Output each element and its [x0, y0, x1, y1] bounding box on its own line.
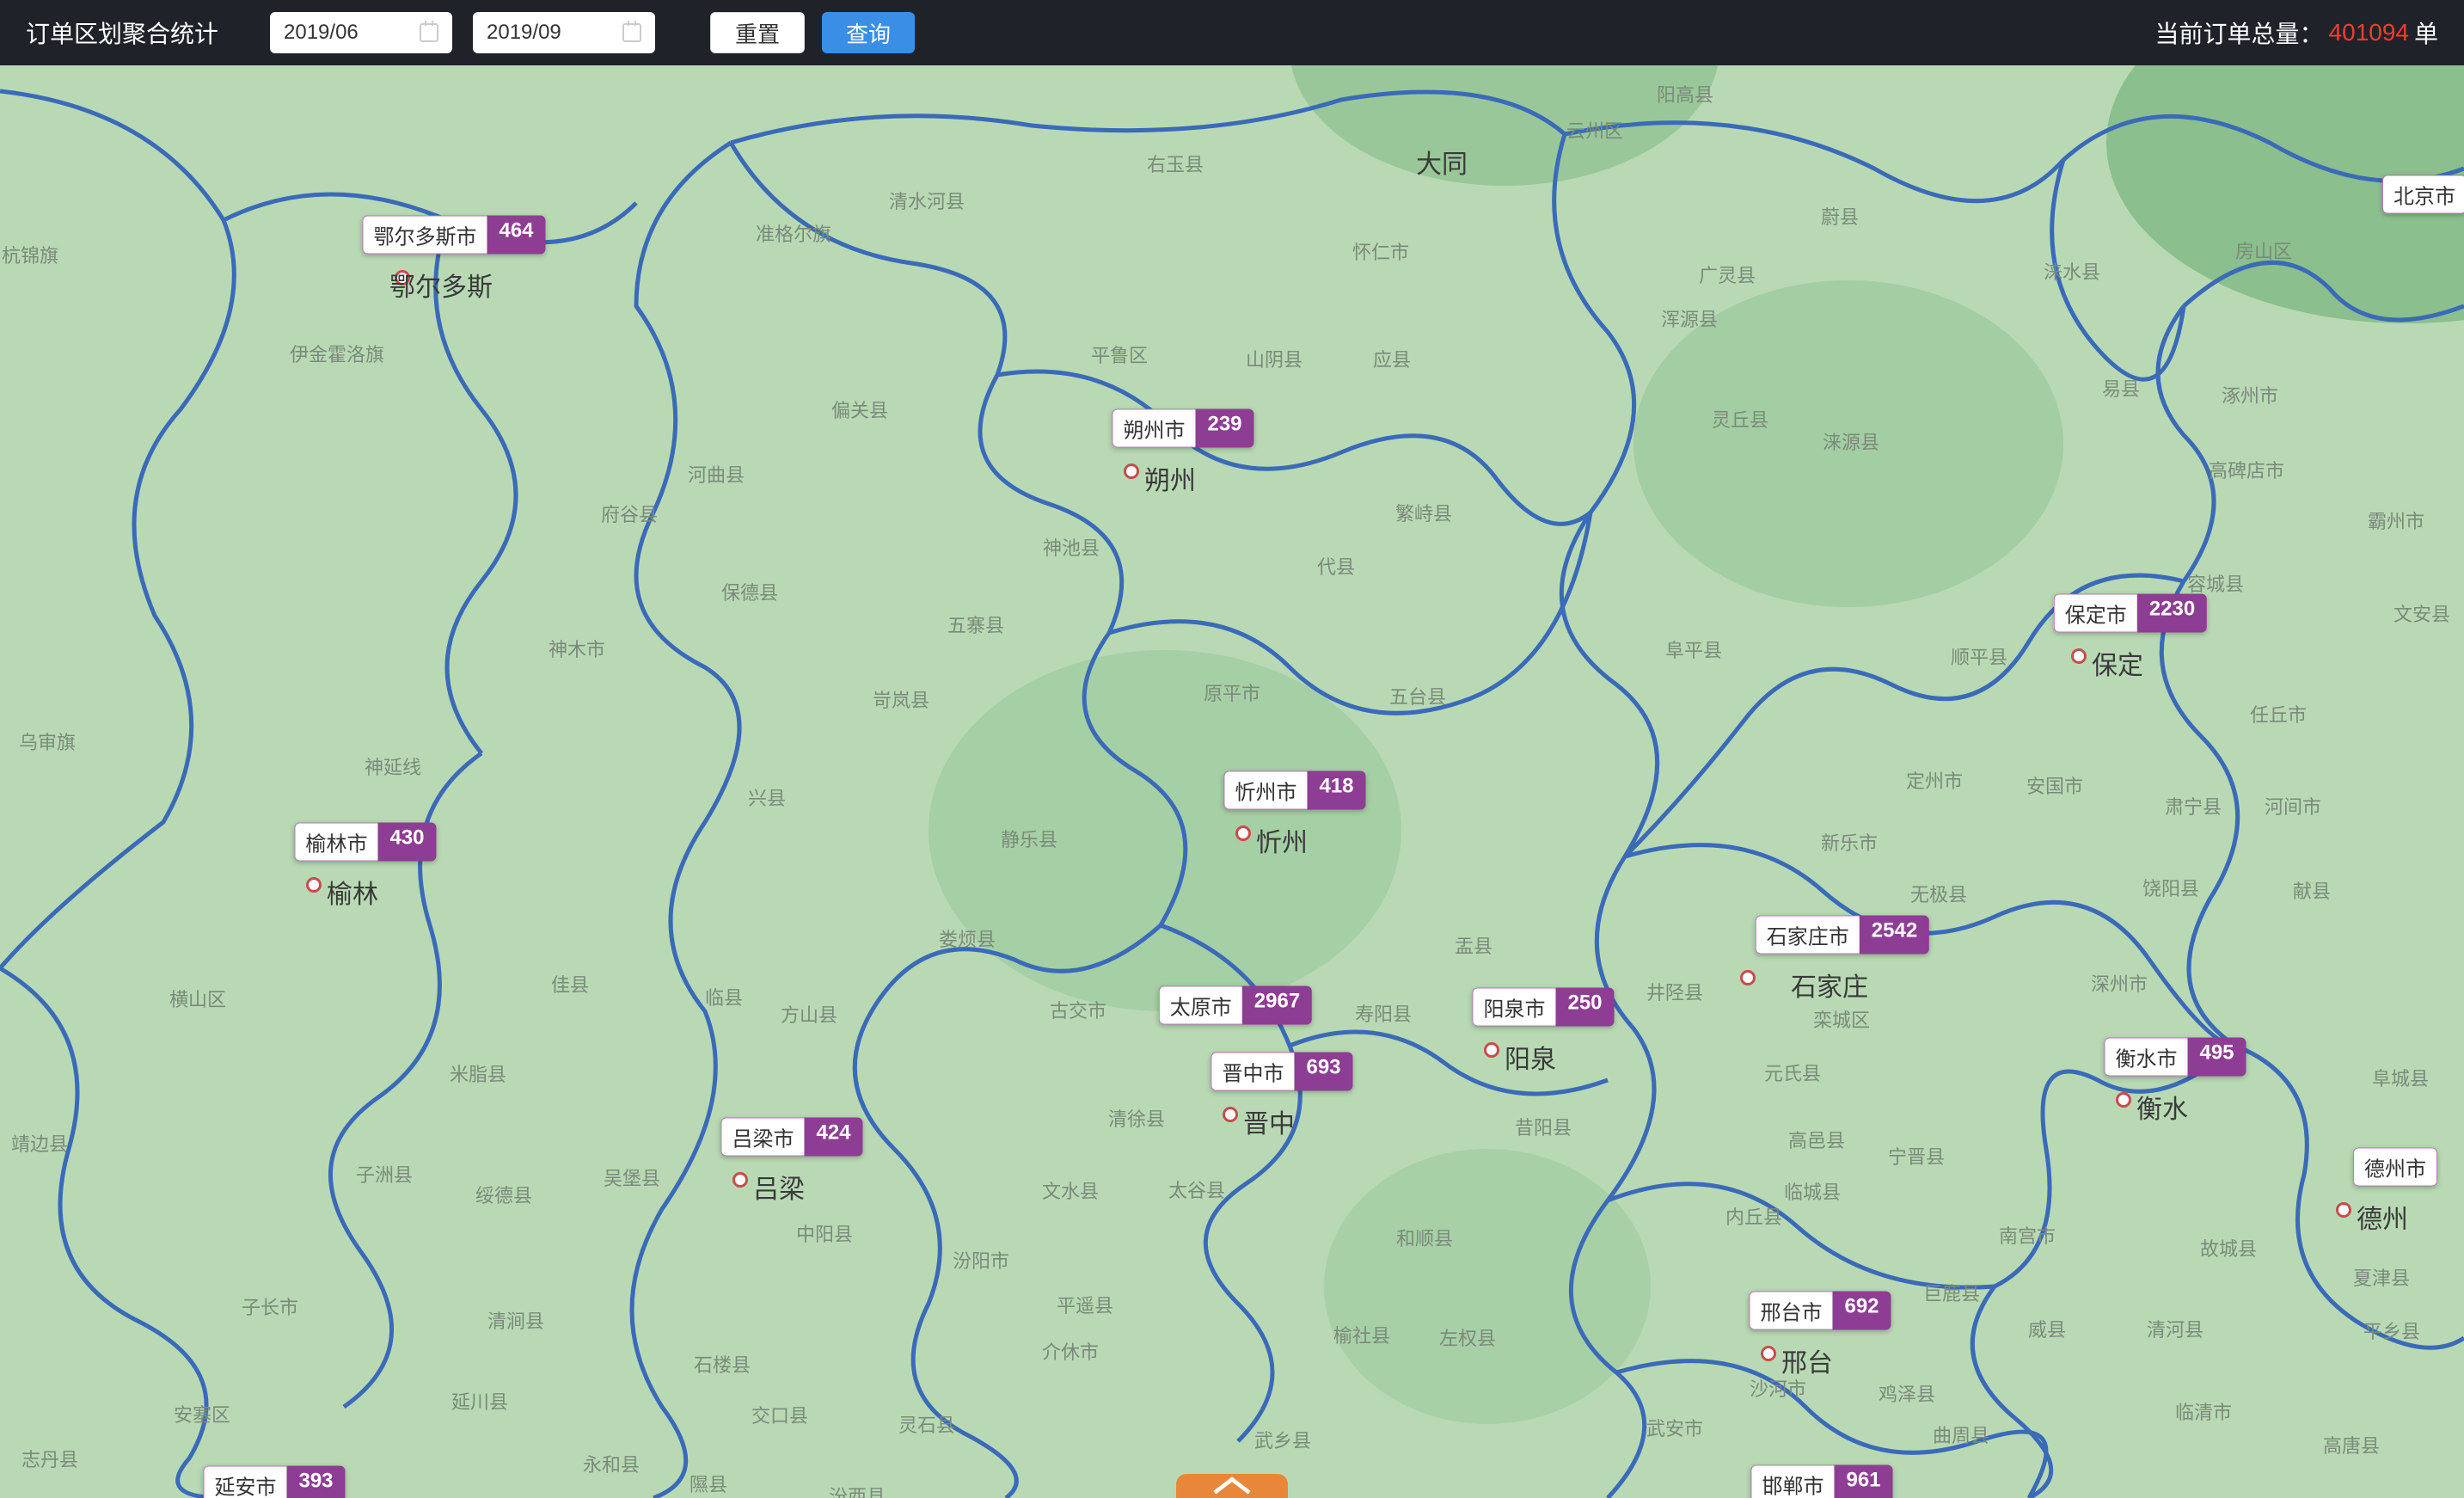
marker-name: 忻州市: [1223, 771, 1307, 810]
marker-count-badge: 393: [286, 1466, 345, 1498]
marker-name: 石家庄市: [1756, 916, 1860, 955]
map-canvas[interactable]: 杭锦旗准格尔旗清水河县右玉县大同云州区阳高县蔚县浑源县灵丘县涞源县涞水县易县涿州…: [0, 65, 2464, 1498]
toolbar: 订单区划聚合统计 重置 查询 当前订单总量： 401094 单: [0, 0, 2464, 65]
city-dot-icon: [1124, 464, 1139, 479]
marker-count-badge: 693: [1294, 1053, 1352, 1091]
date-from-field[interactable]: [284, 21, 413, 45]
city-marker[interactable]: 晋中市693: [1211, 1053, 1352, 1091]
city-marker[interactable]: 北京市: [2382, 175, 2464, 214]
city-marker[interactable]: 榆林市430: [294, 823, 436, 862]
query-button[interactable]: 查询: [822, 12, 915, 53]
reset-button[interactable]: 重置: [710, 12, 805, 53]
total-prefix: 当前订单总量：: [2155, 15, 2324, 50]
total-display: 当前订单总量： 401094 单: [2155, 15, 2438, 50]
marker-name: 延安市: [203, 1466, 286, 1498]
marker-count-badge: 430: [377, 823, 436, 862]
city-marker[interactable]: 德州市: [2353, 1148, 2437, 1187]
date-to-input[interactable]: [473, 12, 655, 53]
marker-count-badge: 495: [2187, 1038, 2246, 1077]
marker-name: 朔州市: [1112, 409, 1195, 448]
total-count: 401094: [2329, 19, 2409, 46]
marker-count-badge: 961: [1834, 1465, 1892, 1498]
page-title: 订单区划聚合统计: [26, 15, 218, 50]
marker-name: 保定市: [2054, 594, 2137, 633]
expand-handle[interactable]: [1176, 1474, 1288, 1498]
city-marker[interactable]: 衡水市495: [2104, 1038, 2246, 1077]
marker-name: 阳泉市: [1472, 988, 1555, 1027]
city-marker[interactable]: 阳泉市250: [1472, 988, 1614, 1027]
city-marker[interactable]: 鄂尔多斯市464: [362, 216, 545, 255]
marker-name: 晋中市: [1211, 1053, 1294, 1091]
city-marker[interactable]: 忻州市418: [1223, 771, 1365, 810]
city-dot-icon: [1223, 1107, 1238, 1122]
marker-count-badge: 239: [1195, 409, 1253, 448]
marker-name: 榆林市: [294, 823, 377, 862]
calendar-icon: [622, 23, 641, 42]
calendar-icon: [420, 23, 438, 42]
city-marker[interactable]: 邢台市692: [1749, 1292, 1891, 1330]
marker-count-badge: 2230: [2137, 594, 2207, 633]
marker-name: 鄂尔多斯市: [362, 216, 487, 255]
city-marker[interactable]: 保定市2230: [2054, 594, 2207, 633]
marker-count-badge: 2542: [1860, 916, 1929, 955]
city-dot-icon: [732, 1172, 748, 1188]
city-marker[interactable]: 延安市393: [203, 1466, 345, 1498]
city-dot-icon: [1235, 826, 1251, 841]
marker-count-badge: 2967: [1242, 986, 1312, 1025]
date-from-input[interactable]: [270, 12, 452, 53]
city-dot-icon: [2336, 1202, 2351, 1218]
marker-name: 邢台市: [1749, 1292, 1832, 1330]
city-marker[interactable]: 太原市2967: [1159, 986, 1312, 1025]
city-dot-icon: [2071, 648, 2087, 664]
city-marker[interactable]: 吕梁市424: [720, 1118, 862, 1157]
city-dot-icon: [395, 270, 410, 285]
marker-count-badge: 692: [1832, 1292, 1891, 1330]
city-marker[interactable]: 朔州市239: [1112, 409, 1253, 448]
marker-name: 北京市: [2382, 175, 2464, 214]
chevron-up-icon: [1176, 1474, 1288, 1498]
city-marker[interactable]: 邯郸市961: [1750, 1465, 1892, 1498]
marker-count-badge: 424: [804, 1118, 862, 1157]
marker-name: 德州市: [2353, 1148, 2437, 1187]
city-dot-icon: [1484, 1042, 1499, 1058]
marker-name: 太原市: [1159, 986, 1242, 1025]
marker-count-badge: 250: [1555, 988, 1614, 1027]
marker-name: 邯郸市: [1750, 1465, 1834, 1498]
total-suffix: 单: [2414, 15, 2438, 50]
city-dot-icon: [1761, 1346, 1776, 1361]
marker-count-badge: 464: [487, 216, 545, 255]
city-marker[interactable]: 石家庄市2542: [1756, 916, 1929, 955]
city-dot-icon: [1740, 970, 1756, 985]
marker-name: 衡水市: [2104, 1038, 2187, 1077]
marker-count-badge: 418: [1307, 771, 1365, 810]
city-dot-icon: [2116, 1092, 2131, 1108]
marker-name: 吕梁市: [720, 1118, 804, 1157]
city-dot-icon: [306, 877, 322, 893]
date-to-field[interactable]: [487, 21, 616, 45]
